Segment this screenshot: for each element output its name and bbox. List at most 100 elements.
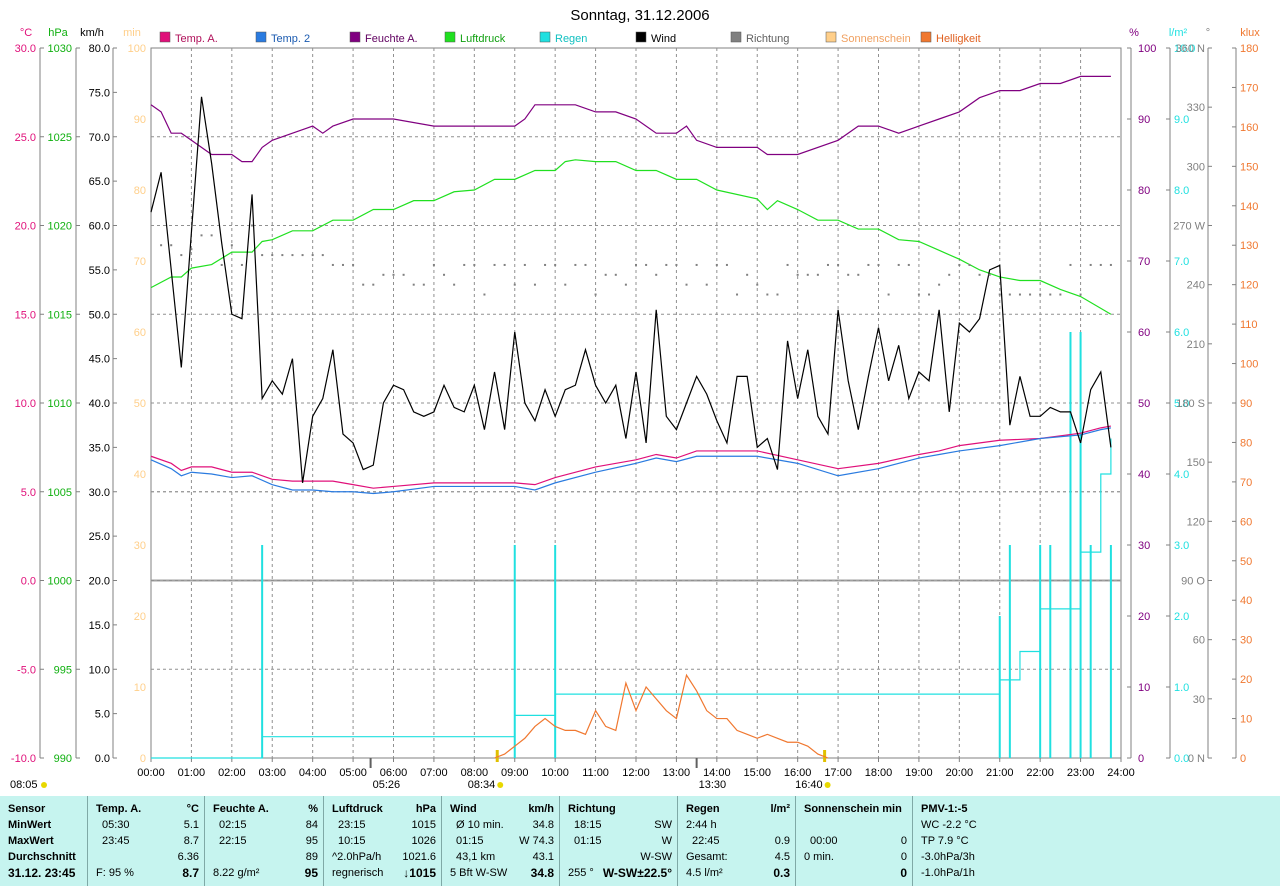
summary-richtung-min-time: 18:15 — [574, 819, 602, 831]
direction-point — [170, 244, 173, 247]
direction-point — [705, 283, 708, 286]
sun-axis-tick: 70 — [134, 256, 146, 268]
brightness-axis-tick: 90 — [1240, 398, 1252, 410]
series-helligkeit — [494, 673, 829, 759]
brightness-axis-tick: 40 — [1240, 595, 1252, 607]
direction-point — [655, 273, 658, 276]
summary-sonne-max-time: 00:00 — [810, 835, 838, 847]
summary-sonne-last: 0 — [900, 866, 907, 880]
summary-sonne-avg: 0 — [900, 851, 907, 863]
wind-axis-unit: km/h — [80, 27, 104, 39]
humidity-axis-tick: 10 — [1138, 682, 1150, 694]
direction-point — [443, 273, 446, 276]
sun-axis-tick: 90 — [134, 114, 146, 126]
direction-point — [301, 254, 304, 257]
direction-point — [352, 263, 355, 266]
direction-axis-tick: 360 N — [1176, 43, 1205, 55]
legend-swatch — [730, 31, 742, 43]
legend-swatch — [444, 31, 456, 43]
summary-wind-max-time: 01:15 — [456, 835, 484, 847]
series-wind — [150, 96, 1112, 483]
time-tick: 23:00 — [1067, 767, 1095, 779]
summary-feuchte-header: Feuchte A. — [213, 803, 269, 815]
direction-point — [523, 263, 526, 266]
direction-axis-tick: 330 — [1187, 102, 1205, 114]
direction-point — [483, 293, 486, 296]
direction-point — [635, 263, 637, 266]
legend-label: Sonnenschein — [841, 33, 911, 45]
summary-regen-total-label: Gesamt: — [686, 851, 728, 863]
summary-wind: Wind km/h Ø 10 min. 34.8 01:15 W 74.3 43,1 … — [441, 796, 560, 886]
summary-sonne-header: Sonnenschein min — [804, 803, 902, 815]
series-feuchte-a — [150, 75, 1111, 163]
direction-point — [645, 263, 648, 266]
direction-point — [725, 263, 728, 266]
temp-min-time: 05:26 — [373, 779, 401, 791]
rain-axis-tick: 3.0 — [1174, 540, 1189, 552]
wind-axis-tick: 50.0 — [89, 309, 110, 321]
weather-chart: 30.025.020.015.010.05.00.0-5.0-10.010301… — [10, 7, 1260, 791]
pressure-axis-tick: 995 — [54, 664, 72, 676]
brightness-axis-tick: 130 — [1240, 240, 1258, 252]
direction-point — [432, 263, 435, 266]
direction-point — [453, 283, 456, 286]
summary-panel: Sensor MinWert MaxWert Durchschnitt 31.1… — [0, 796, 1280, 886]
summary-temp-avg: 6.36 — [177, 851, 199, 863]
summary-sensor: Sensor MinWert MaxWert Durchschnitt 31.1… — [0, 796, 87, 886]
legend-label: Wind — [651, 33, 676, 45]
sun-axis-tick: 80 — [134, 185, 146, 197]
direction-point — [1059, 293, 1062, 296]
sunrise-icon — [497, 782, 504, 788]
direction-point — [412, 283, 415, 286]
direction-point — [857, 273, 860, 276]
summary-luftdruck-avg: 1021.6 — [402, 851, 436, 863]
brightness-axis-tick: 30 — [1240, 635, 1252, 647]
brightness-axis-tick: 120 — [1240, 280, 1258, 292]
pressure-axis-unit: hPa — [48, 27, 68, 39]
pressure-axis-tick: 1020 — [48, 221, 72, 233]
summary-feuchte-last: 95 — [304, 866, 318, 880]
direction-point — [200, 234, 203, 237]
summary-temp-min: 5.1 — [183, 819, 199, 831]
summary-luftdruck-max: 1026 — [411, 835, 436, 847]
summary-temp-max-time: 23:45 — [102, 835, 130, 847]
series-regen — [151, 438, 1112, 759]
summary-temp-last: 8.7 — [182, 866, 199, 880]
summary-temp-max: 8.7 — [183, 835, 199, 847]
legend-layer: Temp. A. Temp. 2 Feuchte A. Luftdruck Regen W… — [159, 31, 981, 45]
direction-point — [907, 263, 910, 266]
humidity-axis-tick: 40 — [1138, 469, 1150, 481]
direction-point — [180, 254, 183, 257]
pressure-axis-tick: 1010 — [48, 398, 72, 410]
legend-swatch — [349, 31, 361, 43]
wind-axis-tick: 55.0 — [89, 265, 110, 277]
legend-label: Luftdruck — [460, 33, 506, 45]
brightness-axis-tick: 110 — [1240, 319, 1258, 331]
direction-point — [1069, 263, 1072, 266]
sun-axis-tick: 100 — [128, 43, 146, 55]
daylight-icon — [41, 782, 47, 788]
direction-point — [584, 263, 587, 266]
direction-point — [867, 263, 870, 266]
summary-pmv-trend3h: -3.0hPa/3h — [921, 851, 975, 863]
summary-feuchte-avg: 89 — [305, 851, 318, 863]
time-tick: 21:00 — [986, 767, 1014, 779]
direction-point — [826, 263, 829, 266]
brightness-axis-tick: 180 — [1240, 43, 1258, 55]
sunset-icon — [824, 782, 831, 788]
direction-point — [1049, 293, 1052, 296]
legend-label: Feuchte A. — [365, 33, 418, 45]
sun-axis-tick: 0 — [140, 753, 146, 765]
direction-point — [928, 293, 931, 296]
legend-label: Temp. 2 — [271, 33, 310, 45]
rain-axis-unit: l/m² — [1169, 27, 1188, 39]
direction-point — [493, 263, 496, 266]
pressure-axis-tick: 1025 — [48, 132, 72, 144]
humidity-axis-unit: % — [1129, 27, 1139, 39]
summary-pmv-dewpoint: TP 7.9 °C — [921, 835, 969, 847]
summary-row-label: MaxWert — [8, 835, 54, 847]
summary-sonne-total: 0 min. — [804, 851, 834, 863]
time-tick: 22:00 — [1026, 767, 1054, 779]
humidity-axis-tick: 20 — [1138, 611, 1150, 623]
rain-axis-tick: 1.0 — [1174, 682, 1189, 694]
